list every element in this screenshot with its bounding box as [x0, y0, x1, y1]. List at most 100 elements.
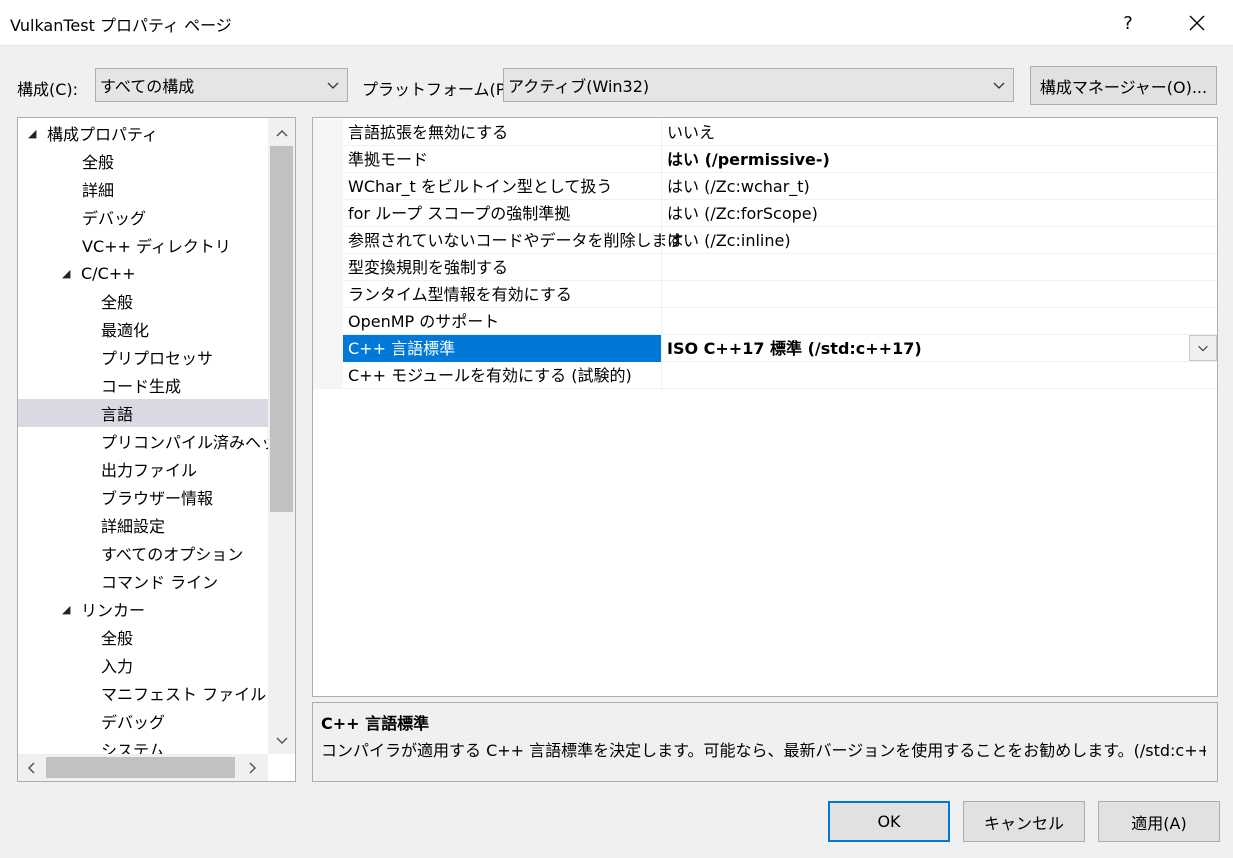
expand-triangle-icon[interactable]: ◢ — [28, 127, 42, 140]
property-row[interactable]: 言語拡張を無効にする いいえ — [313, 119, 1217, 146]
property-row[interactable]: 型変換規則を強制する — [313, 254, 1217, 281]
tree-item-label: すべてのオプション — [101, 545, 244, 564]
property-name: OpenMP のサポート — [348, 312, 500, 331]
tree-item[interactable]: 詳細設定 — [18, 511, 268, 539]
tree-hscroll-thumb[interactable] — [46, 757, 235, 778]
help-button[interactable]: ? — [1100, 0, 1156, 46]
property-row[interactable]: ランタイム型情報を有効にする — [313, 281, 1217, 308]
tree-item[interactable]: コード生成 — [18, 371, 268, 399]
tree-item-label: 詳細 — [82, 181, 115, 200]
property-value[interactable]: いいえ — [667, 119, 715, 146]
property-value[interactable]: はい (/permissive-) — [667, 146, 830, 173]
tree-scroll-thumb[interactable] — [270, 146, 293, 512]
property-row[interactable]: OpenMP のサポート — [313, 308, 1217, 335]
tree-item-label: ブラウザー情報 — [101, 489, 214, 508]
column-separator — [661, 281, 662, 308]
tree-item-label: 最適化 — [101, 321, 150, 340]
chevron-down-icon — [327, 82, 339, 89]
platform-select-value: アクティブ(Win32) — [508, 77, 650, 96]
config-label: 構成(C): — [17, 80, 79, 99]
tree-item-label: 全般 — [82, 153, 115, 172]
tree-item[interactable]: 詳細 — [18, 175, 268, 203]
tree-horizontal-scrollbar[interactable] — [18, 754, 268, 781]
tree-item-label: 全般 — [101, 629, 134, 648]
scroll-left-icon[interactable] — [18, 754, 44, 781]
tree-item[interactable]: デバッグ — [18, 707, 268, 735]
property-row[interactable]: C++ 言語標準 ISO C++17 標準 (/std:c++17) — [313, 335, 1217, 362]
close-icon — [1189, 15, 1205, 31]
tree-item[interactable]: ◢ C/C++ — [18, 259, 268, 287]
tree-item-label: C/C++ — [81, 263, 136, 283]
tree-item[interactable]: コマンド ライン — [18, 567, 268, 595]
row-gutter — [313, 362, 343, 389]
tree-item-label: コード生成 — [101, 377, 182, 396]
tree-item[interactable]: マニフェスト ファイル — [18, 679, 268, 707]
tree-item-label: 入力 — [101, 657, 134, 676]
column-separator — [661, 308, 662, 335]
expand-triangle-icon[interactable]: ◢ — [62, 267, 76, 280]
column-separator — [661, 200, 662, 227]
config-select-value: すべての構成 — [100, 77, 195, 96]
property-name: 言語拡張を無効にする — [348, 123, 509, 142]
property-value[interactable]: はい (/Zc:wchar_t) — [667, 173, 810, 200]
tree-item[interactable]: 出力ファイル — [18, 455, 268, 483]
apply-button[interactable]: 適用(A) — [1098, 801, 1220, 842]
window-title: VulkanTest プロパティ ページ — [10, 16, 232, 35]
tree-item[interactable]: プリプロセッサ — [18, 343, 268, 371]
chevron-down-icon — [993, 82, 1005, 89]
tree-item[interactable]: 入力 — [18, 651, 268, 679]
property-row[interactable]: 参照されていないコードやデータを削除します はい (/Zc:inline) — [313, 227, 1217, 254]
config-manager-button[interactable]: 構成マネージャー(O)... — [1030, 66, 1217, 105]
property-name: 型変換規則を強制する — [348, 258, 509, 277]
scroll-down-icon[interactable] — [268, 728, 295, 754]
description-panel: C++ 言語標準 コンパイラが適用する C++ 言語標準を決定します。可能なら、… — [312, 702, 1218, 782]
tree-item-label: 全般 — [101, 293, 134, 312]
column-separator — [661, 173, 662, 200]
value-dropdown-button[interactable] — [1189, 335, 1217, 361]
tree-item[interactable]: 最適化 — [18, 315, 268, 343]
expand-triangle-icon[interactable]: ◢ — [62, 603, 76, 616]
platform-select[interactable]: アクティブ(Win32) — [503, 68, 1014, 102]
description-text: コンパイラが適用する C++ 言語標準を決定します。可能なら、最新バージョンを使… — [321, 741, 1206, 760]
tree-item-label: マニフェスト ファイル — [101, 685, 267, 704]
tree-item-label: リンカー — [81, 601, 146, 620]
tree-vertical-scrollbar[interactable] — [268, 118, 295, 754]
platform-label: プラットフォーム(P): — [362, 80, 518, 99]
config-select[interactable]: すべての構成 — [95, 68, 348, 102]
property-row[interactable]: 準拠モード はい (/permissive-) — [313, 146, 1217, 173]
scroll-up-icon[interactable] — [268, 120, 295, 146]
tree-item[interactable]: VC++ ディレクトリ — [18, 231, 268, 259]
tree-item[interactable]: 言語 — [18, 399, 268, 427]
row-gutter — [313, 146, 343, 173]
description-title: C++ 言語標準 — [321, 714, 430, 733]
tree-item[interactable]: プリコンパイル済みヘッダー — [18, 427, 295, 455]
property-name: WChar_t をビルトイン型として扱う — [348, 177, 613, 196]
tree-item-label: プリコンパイル済みヘッダー — [101, 433, 296, 452]
tree-item[interactable]: すべてのオプション — [18, 539, 268, 567]
property-value[interactable]: はい (/Zc:inline) — [667, 227, 791, 254]
tree-item[interactable]: デバッグ — [18, 203, 268, 231]
tree-item[interactable]: ブラウザー情報 — [18, 483, 268, 511]
property-name: 準拠モード — [348, 150, 429, 169]
column-separator — [661, 146, 662, 173]
property-value[interactable]: はい (/Zc:forScope) — [667, 200, 818, 227]
property-row[interactable]: WChar_t をビルトイン型として扱う はい (/Zc:wchar_t) — [313, 173, 1217, 200]
tree-item[interactable]: ◢ リンカー — [18, 595, 268, 623]
tree-item-label: 詳細設定 — [101, 517, 166, 536]
close-button[interactable] — [1168, 0, 1226, 46]
property-name: ランタイム型情報を有効にする — [348, 285, 572, 304]
column-separator — [661, 227, 662, 254]
tree-item[interactable]: ◢ 構成プロパティ — [18, 119, 268, 147]
tree-item[interactable]: 全般 — [18, 287, 268, 315]
property-row[interactable]: C++ モジュールを有効にする (試験的) — [313, 362, 1217, 389]
tree-item[interactable]: 全般 — [18, 147, 268, 175]
tree-item-label: デバッグ — [101, 713, 166, 732]
property-row[interactable]: for ループ スコープの強制準拠 はい (/Zc:forScope) — [313, 200, 1217, 227]
ok-button[interactable]: OK — [828, 801, 950, 842]
tree-item-label: コマンド ライン — [101, 573, 219, 592]
tree-item[interactable]: 全般 — [18, 623, 268, 651]
property-value[interactable]: ISO C++17 標準 (/std:c++17) — [667, 335, 922, 362]
scroll-right-icon[interactable] — [240, 754, 266, 781]
tree-item-label: 言語 — [101, 405, 134, 424]
cancel-button[interactable]: キャンセル — [963, 801, 1085, 842]
